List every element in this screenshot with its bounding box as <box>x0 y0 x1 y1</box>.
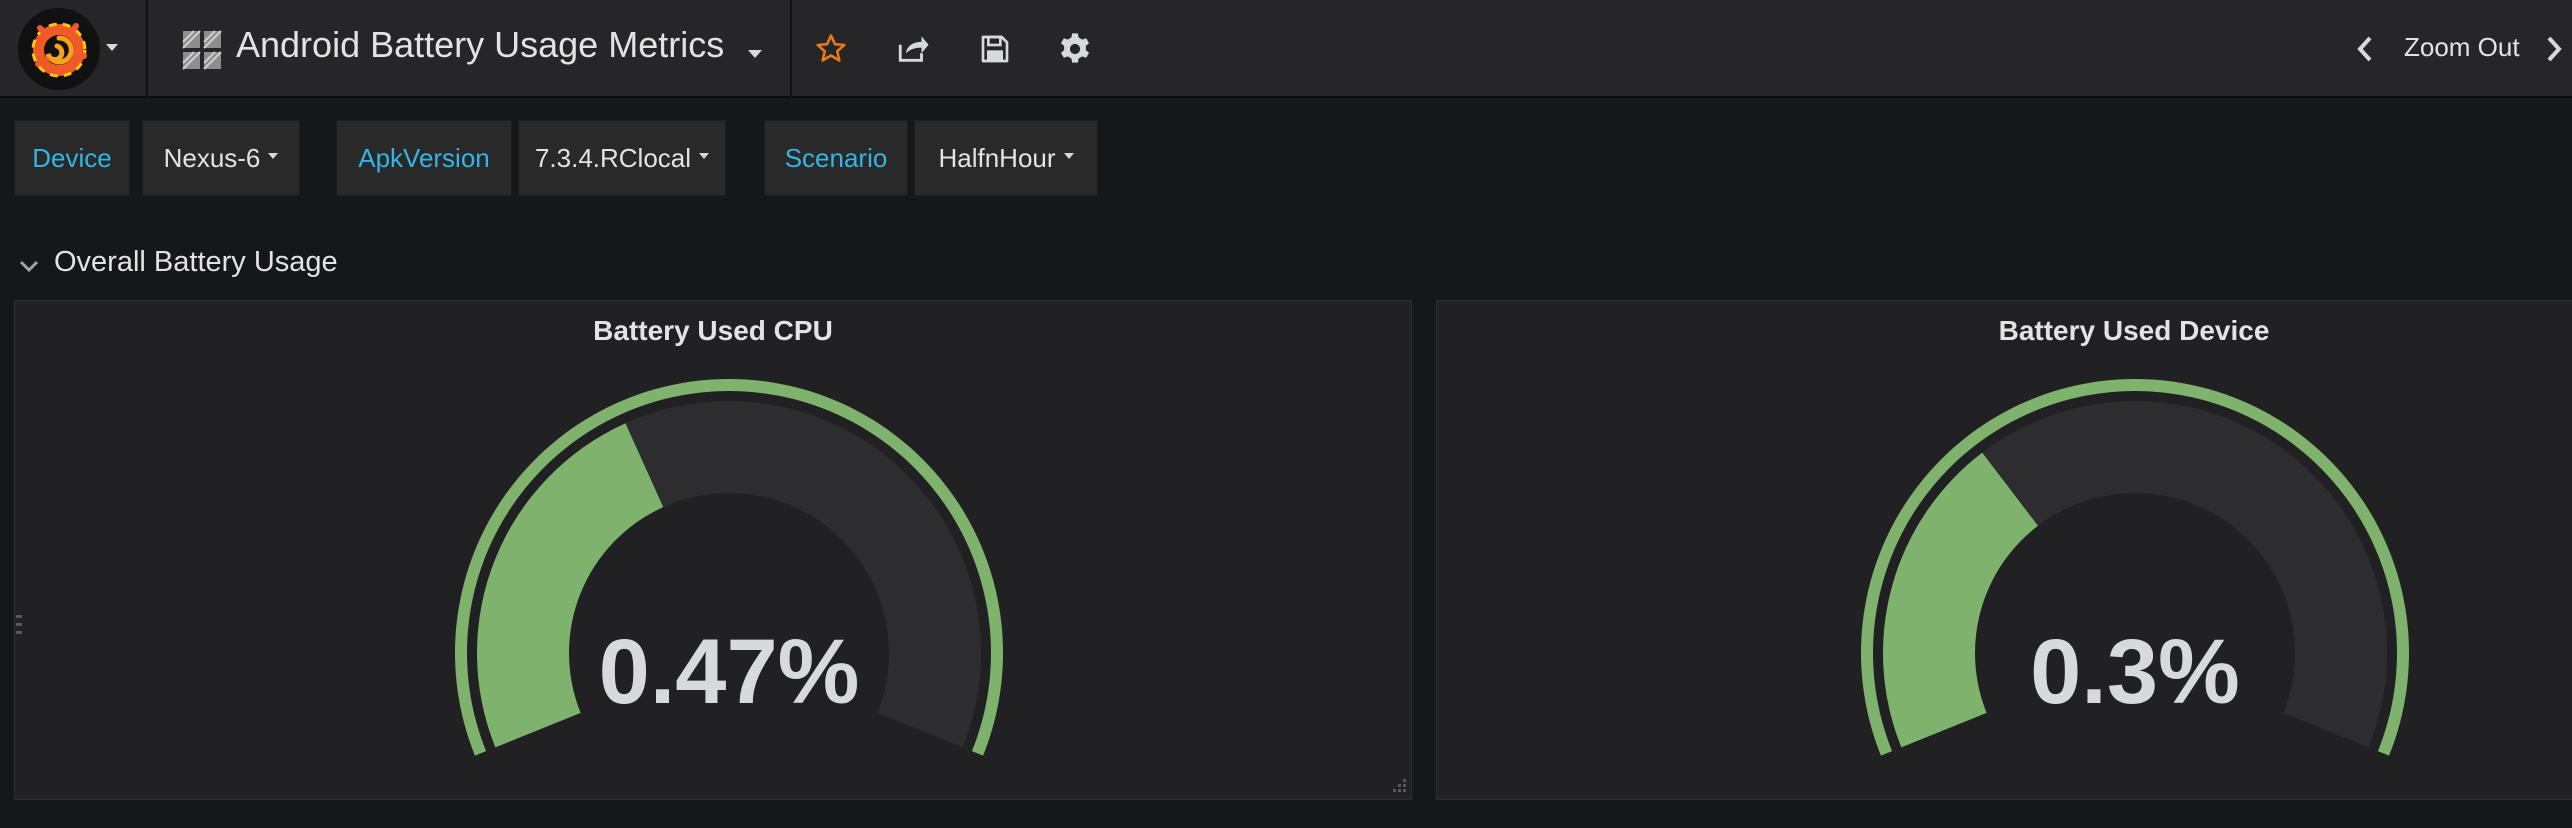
settings-button[interactable] <box>1050 24 1100 74</box>
zoom-out-button[interactable]: Zoom Out <box>2404 32 2520 63</box>
variable-scenario-value: HalfnHour <box>938 142 1056 173</box>
save-button[interactable] <box>970 24 1020 74</box>
variable-scenario-select[interactable]: HalfnHour <box>914 120 1098 196</box>
top-navbar: Android Battery Usage Metrics Zoom Out <box>0 0 2572 98</box>
chevron-down-icon <box>1063 153 1074 159</box>
row-collapse-chevron-icon[interactable] <box>18 258 40 274</box>
panel-title[interactable]: Battery Used CPU <box>15 315 1411 347</box>
variable-apkversion-select[interactable]: 7.3.4.RClocal <box>518 120 726 196</box>
panel-battery-used-device: Battery Used Device 0.3% <box>1436 300 2572 800</box>
variable-device-label: Device <box>14 120 130 196</box>
variable-apkversion-label: ApkVersion <box>336 120 512 196</box>
chevron-left-icon <box>2357 36 2372 62</box>
drag-handle-icon[interactable] <box>15 613 23 641</box>
panel-title[interactable]: Battery Used Device <box>1437 315 2572 347</box>
row-title[interactable]: Overall Battery Usage <box>54 246 338 279</box>
share-icon <box>898 36 929 62</box>
variable-device-select[interactable]: Nexus-6 <box>142 120 300 196</box>
gauge-value-label: 0.3% <box>2030 621 2240 723</box>
grafana-logo-icon[interactable] <box>18 8 100 90</box>
save-icon <box>981 35 1009 63</box>
time-back-button[interactable] <box>2342 24 2388 74</box>
variable-scenario-label: Scenario <box>764 120 908 196</box>
dashboard-title[interactable]: Android Battery Usage Metrics <box>236 24 724 66</box>
gauge-value-label: 0.47% <box>599 621 860 723</box>
chevron-right-icon <box>2547 36 2562 62</box>
variable-device-value: Nexus-6 <box>163 142 261 173</box>
gauge-value-arc <box>1883 452 2038 748</box>
chevron-down-icon <box>268 153 279 159</box>
star-icon <box>816 34 846 62</box>
logo-caret-icon[interactable] <box>106 44 118 51</box>
time-forward-button[interactable] <box>2536 24 2572 74</box>
gauge-chart: 0.3% <box>1861 379 2409 756</box>
resize-handle-icon[interactable] <box>1389 777 1407 795</box>
variable-apkversion-value: 7.3.4.RClocal <box>534 142 692 173</box>
panel-battery-used-cpu: Battery Used CPU 0.47% <box>14 300 1412 800</box>
share-button[interactable] <box>888 24 938 74</box>
gauge-chart: 0.47% <box>455 379 1004 756</box>
dashboard-grid-icon <box>182 30 222 70</box>
logo-menu[interactable] <box>0 0 148 98</box>
dashboard-picker[interactable]: Android Battery Usage Metrics <box>150 0 792 98</box>
star-button[interactable] <box>806 24 856 74</box>
chevron-down-icon <box>699 153 710 159</box>
chevron-down-icon[interactable] <box>748 50 762 58</box>
gear-icon <box>1060 33 1090 63</box>
